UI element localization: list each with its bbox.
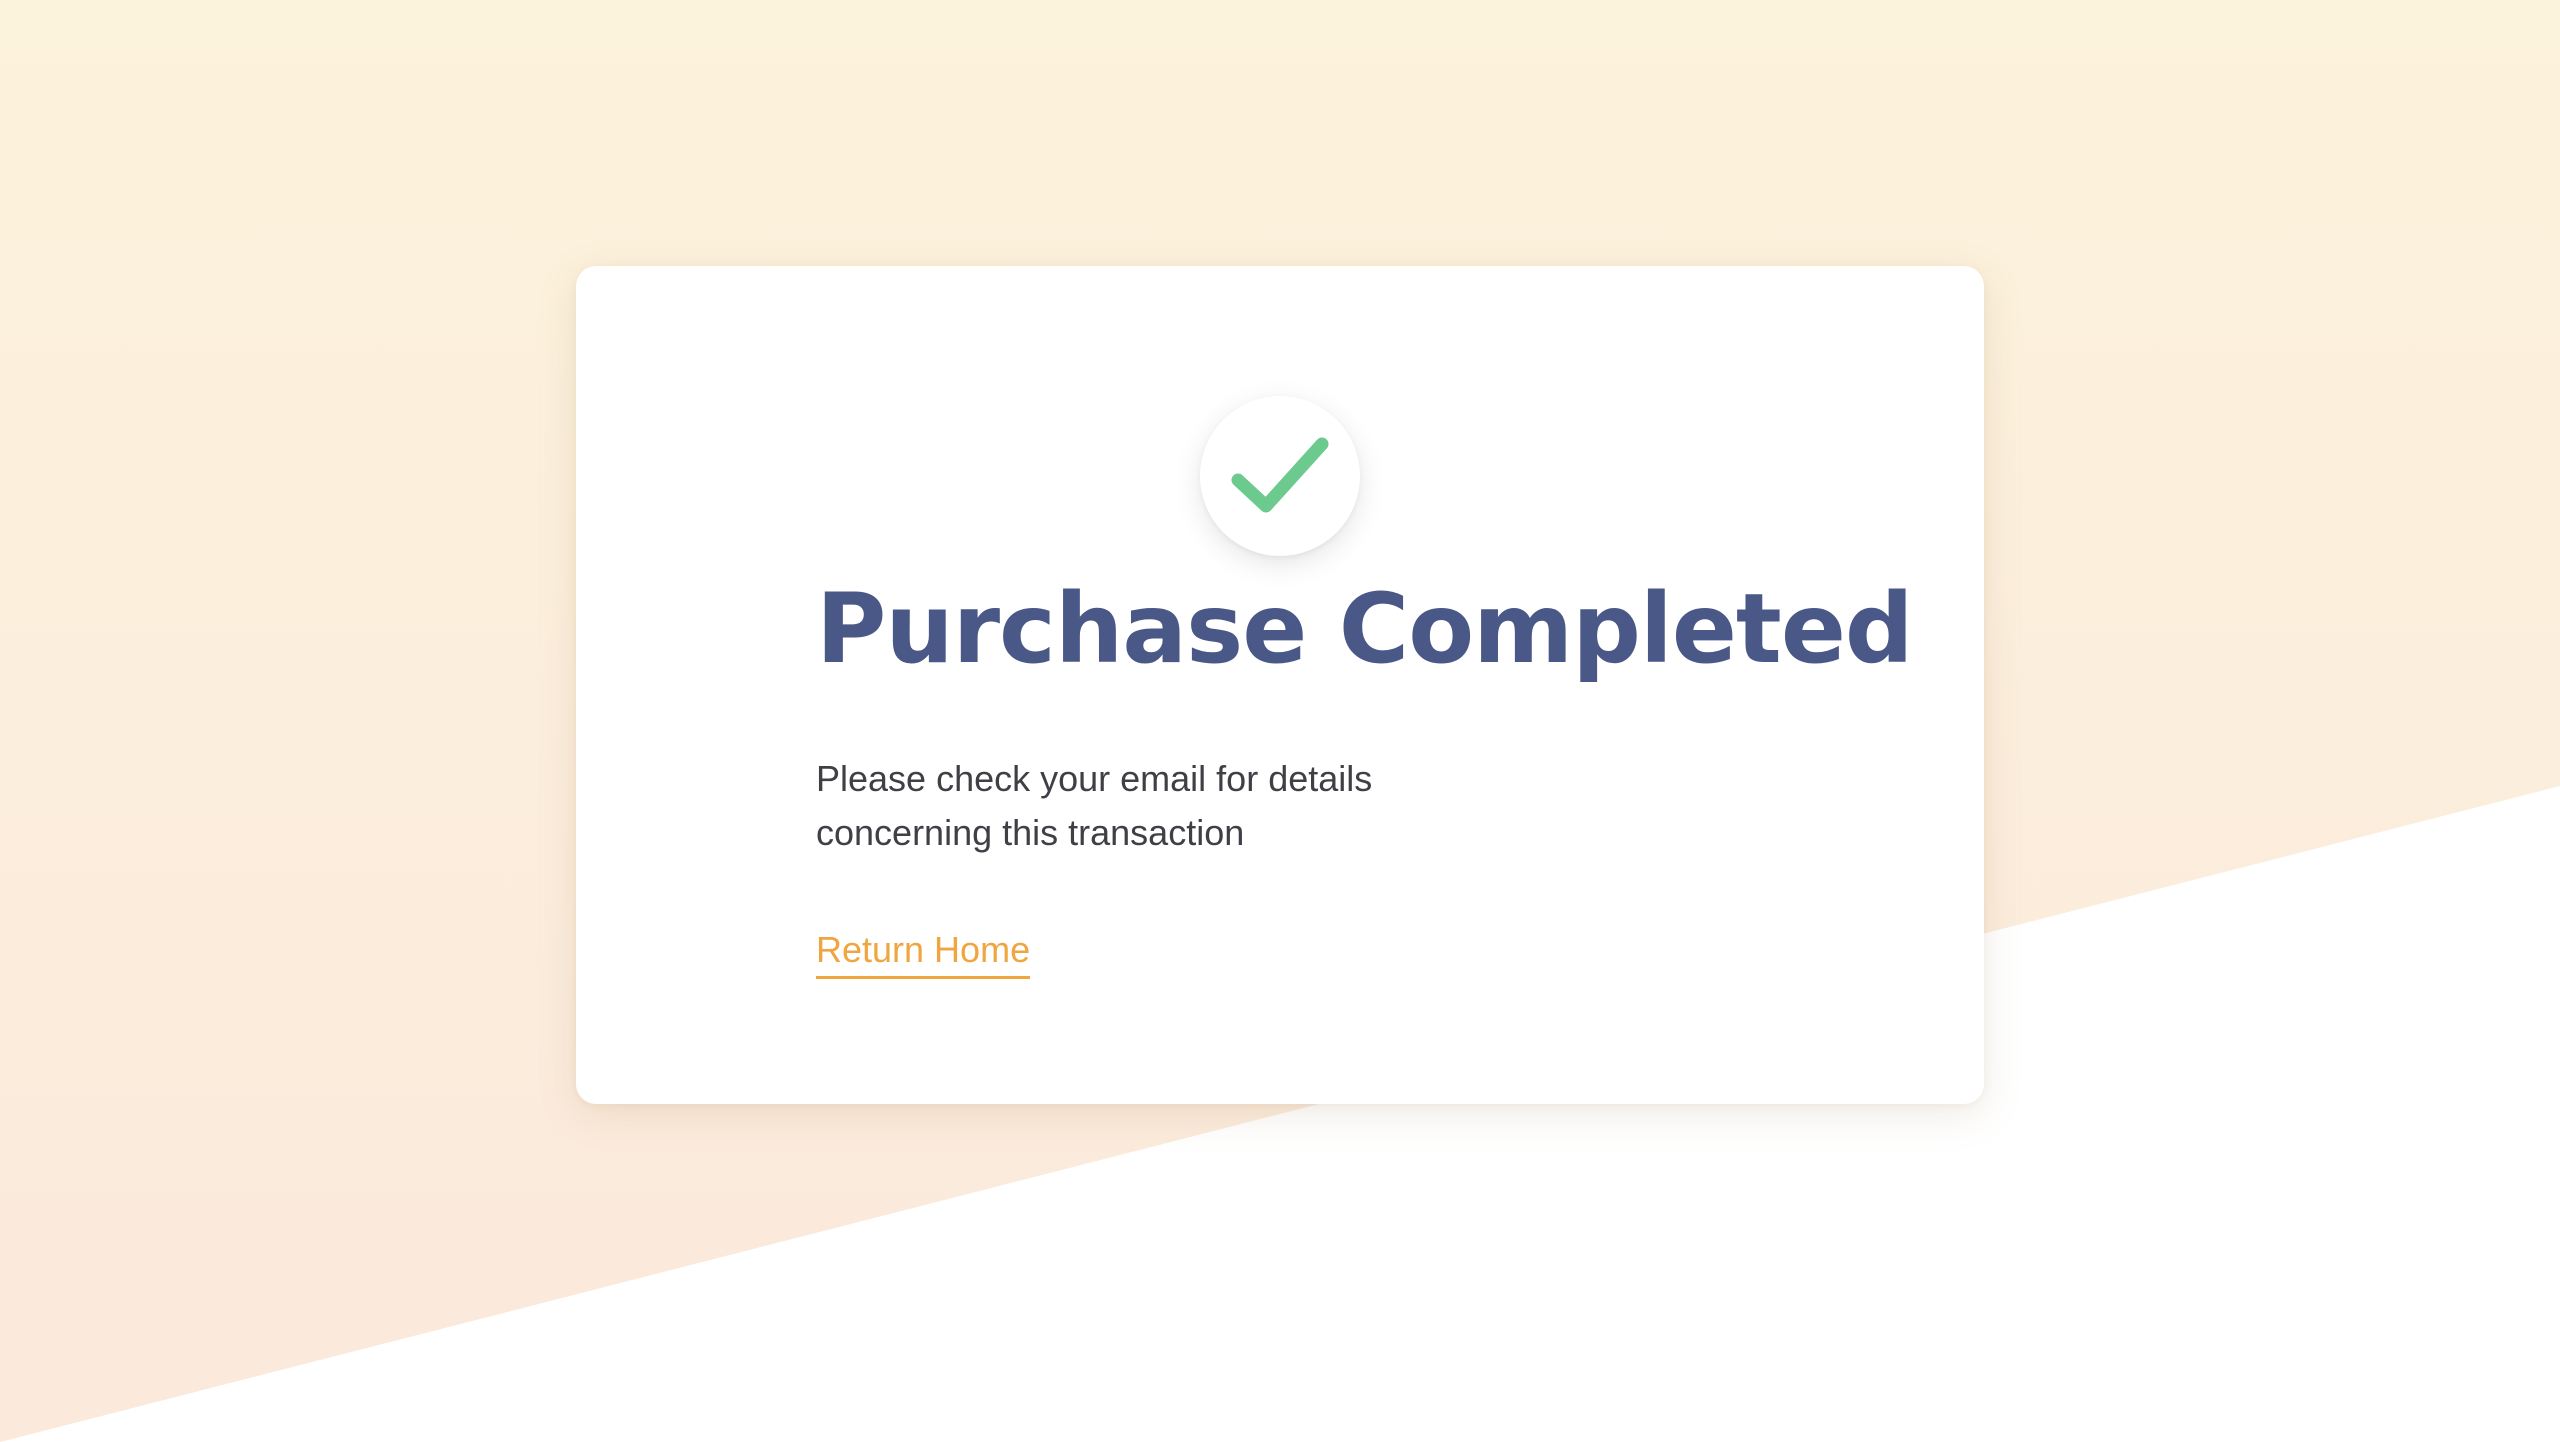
page-title: Purchase Completed [816, 573, 1914, 685]
success-badge [1200, 396, 1360, 556]
checkmark-icon [1231, 437, 1329, 513]
page: Purchase Completed Please check your ema… [0, 0, 2560, 1442]
return-home-link[interactable]: Return Home [816, 926, 1031, 979]
confirmation-message: Please check your email for details conc… [816, 758, 1373, 853]
purchase-confirmation-card: Purchase Completed Please check your ema… [576, 266, 1984, 1104]
